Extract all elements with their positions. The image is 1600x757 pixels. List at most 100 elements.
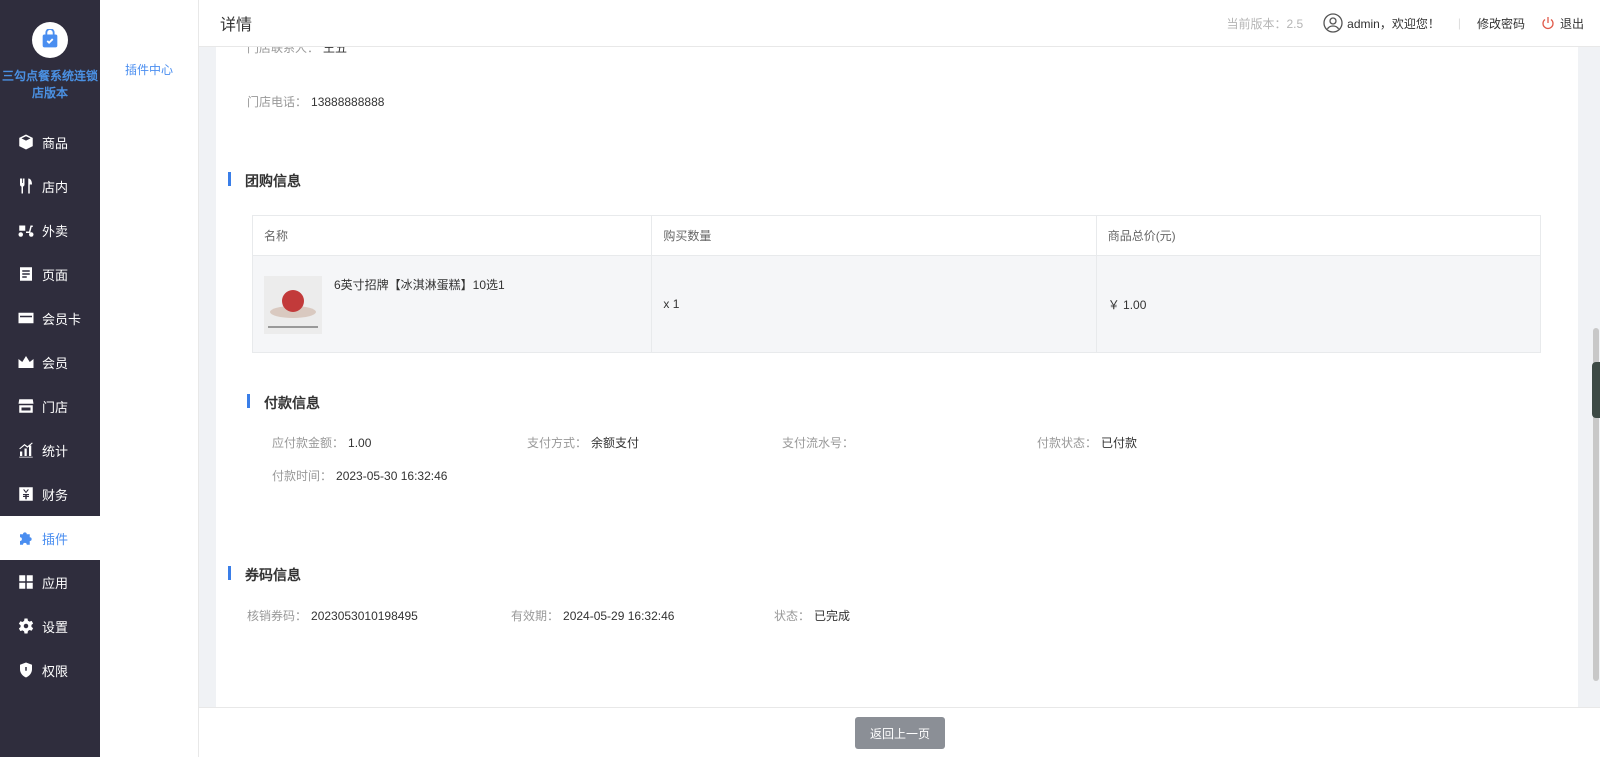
sidebar-item-dine-in[interactable]: 店内 <box>0 164 100 208</box>
store-contact-label: 门店联系人： <box>247 47 320 55</box>
puzzle-icon <box>16 528 36 548</box>
coupon-expiry-field: 有效期： 2024-05-29 16:32:46 <box>511 607 674 624</box>
product-thumbnail[interactable] <box>264 276 322 334</box>
back-button[interactable]: 返回上一页 <box>855 717 945 749</box>
user-info[interactable]: admin，欢迎您！ <box>1323 13 1440 33</box>
quantity-cell: x 1 <box>652 256 1097 352</box>
payment-time-value: 2023-05-30 16:32:46 <box>336 469 448 483</box>
header-actions: 当前版本：2.5 admin，欢迎您！ | 修改密码 退出 <box>1226 13 1584 33</box>
gear-icon <box>16 616 36 636</box>
user-avatar-icon <box>1323 13 1343 33</box>
coupon-status-label: 状态： <box>774 609 811 623</box>
store-contact-field: 门店联系人： 王五 <box>247 47 347 56</box>
payment-serial-field: 支付流水号： <box>782 434 858 451</box>
sidebar-item-label: 门店 <box>42 399 69 415</box>
scooter-icon <box>16 220 36 240</box>
sidebar-item-members[interactable]: 会员 <box>0 340 100 384</box>
payment-status-field: 付款状态： 已付款 <box>1037 434 1137 451</box>
crown-icon <box>16 352 36 372</box>
group-buy-table: 名称 购买数量 商品总价(元) 6英寸招牌【冰淇淋蛋糕】10选1 x 1 ￥ 1… <box>252 215 1541 353</box>
sidebar-item-permissions[interactable]: 权限 <box>0 648 100 692</box>
sidebar-item-label: 会员卡 <box>42 311 82 327</box>
brand-area: 三勾点餐系统连锁店版本 <box>0 0 100 120</box>
sidebar-item-finance[interactable]: 财务 <box>0 472 100 516</box>
payable-amount-value: 1.00 <box>348 436 372 450</box>
sidebar-item-label: 商品 <box>42 135 69 151</box>
sidebar-item-label: 设置 <box>42 619 69 635</box>
header-divider: | <box>1457 16 1461 30</box>
coupon-status-field: 状态： 已完成 <box>774 607 850 624</box>
apps-icon <box>16 572 36 592</box>
store-contact-value: 王五 <box>323 47 348 55</box>
product-cell: 6英寸招牌【冰淇淋蛋糕】10选1 <box>253 256 653 352</box>
page-icon <box>16 264 36 284</box>
sidebar-item-label: 插件 <box>42 531 69 547</box>
coupon-expiry-value: 2024-05-29 16:32:46 <box>563 609 675 623</box>
sidebar-item-statistics[interactable]: 统计 <box>0 428 100 472</box>
sidebar-item-label: 会员 <box>42 355 69 371</box>
coupon-status-value: 已完成 <box>814 609 851 623</box>
product-name: 6英寸招牌【冰淇淋蛋糕】10选1 <box>334 278 505 292</box>
payment-status-value: 已付款 <box>1101 436 1138 450</box>
coupon-code-value: 2023053010198495 <box>311 609 418 623</box>
top-header: 详情 当前版本：2.5 admin，欢迎您！ | 修改密码 退出 <box>199 0 1600 47</box>
logout-label: 退出 <box>1559 16 1584 31</box>
payment-method-label: 支付方式： <box>527 436 588 450</box>
footer-bar: 返回上一页 <box>199 707 1600 757</box>
total-cell: ￥ 1.00 <box>1096 256 1540 352</box>
store-phone-label: 门店电话： <box>247 95 308 109</box>
payable-amount-label: 应付款金额： <box>272 436 345 450</box>
fork-knife-icon <box>16 176 36 196</box>
sidebar-item-label: 统计 <box>42 443 69 459</box>
payment-time-label: 付款时间： <box>272 469 333 483</box>
side-widget-handle[interactable] <box>1592 362 1600 418</box>
sub-menu: 插件中心 <box>100 0 199 757</box>
detail-content: 门店联系人： 王五 门店电话： 13888888888 团购信息 名称 购买数量 商… <box>216 47 1578 707</box>
coupon-code-field: 核销券码： 2023053010198495 <box>247 607 418 624</box>
sidebar-item-takeout[interactable]: 外卖 <box>0 208 100 252</box>
user-greeting: admin，欢迎您！ <box>1347 16 1440 31</box>
coupon-section-title: 券码信息 <box>228 565 301 585</box>
version-text: 当前版本：2.5 <box>1226 16 1304 31</box>
sidebar-item-label: 外卖 <box>42 223 69 239</box>
payment-section-title: 付款信息 <box>247 393 320 413</box>
coupon-expiry-label: 有效期： <box>511 609 560 623</box>
sidebar-item-label: 页面 <box>42 267 69 283</box>
sidebar-item-label: 店内 <box>42 179 69 195</box>
change-password-link[interactable]: 修改密码 <box>1477 15 1525 32</box>
main-sidebar: 三勾点餐系统连锁店版本 商品 店内 外卖 页面 会员卡 会员 门店 统计 财务 … <box>0 0 100 757</box>
payment-method-value: 余额支付 <box>591 436 640 450</box>
box-icon <box>16 132 36 152</box>
store-phone-field: 门店电话： 13888888888 <box>247 93 384 110</box>
logout-button[interactable]: 退出 <box>1541 15 1584 32</box>
payment-serial-label: 支付流水号： <box>782 436 855 450</box>
column-header-total: 商品总价(元) <box>1096 216 1540 256</box>
payment-status-label: 付款状态： <box>1037 436 1098 450</box>
sidebar-item-stores[interactable]: 门店 <box>0 384 100 428</box>
page-title: 详情 <box>220 17 253 34</box>
group-buy-section-title: 团购信息 <box>228 171 301 191</box>
payment-time-field: 付款时间： 2023-05-30 16:32:46 <box>272 467 447 484</box>
sidebar-item-products[interactable]: 商品 <box>0 120 100 164</box>
coupon-code-label: 核销券码： <box>247 609 308 623</box>
logo-icon[interactable] <box>32 22 68 58</box>
brand-name: 三勾点餐系统连锁店版本 <box>2 69 99 100</box>
sidebar-item-member-card[interactable]: 会员卡 <box>0 296 100 340</box>
power-icon <box>1542 17 1554 30</box>
card-icon <box>16 308 36 328</box>
sidebar-item-pages[interactable]: 页面 <box>0 252 100 296</box>
sidebar-item-plugins[interactable]: 插件 <box>0 516 100 560</box>
column-header-name: 名称 <box>253 216 653 256</box>
sidebar-item-settings[interactable]: 设置 <box>0 604 100 648</box>
sidebar-item-label: 财务 <box>42 487 69 503</box>
store-icon <box>16 396 36 416</box>
sidebar-item-apps[interactable]: 应用 <box>0 560 100 604</box>
table-header-row: 名称 购买数量 商品总价(元) <box>253 216 1540 256</box>
chart-icon <box>16 440 36 460</box>
store-phone-value: 13888888888 <box>311 95 385 109</box>
submenu-item-plugin-center[interactable]: 插件中心 <box>100 61 198 78</box>
table-row: 6英寸招牌【冰淇淋蛋糕】10选1 x 1 ￥ 1.00 <box>253 256 1540 352</box>
payment-method-field: 支付方式： 余额支付 <box>527 434 639 451</box>
sidebar-item-label: 应用 <box>42 575 69 591</box>
sidebar-item-label: 权限 <box>42 663 69 679</box>
